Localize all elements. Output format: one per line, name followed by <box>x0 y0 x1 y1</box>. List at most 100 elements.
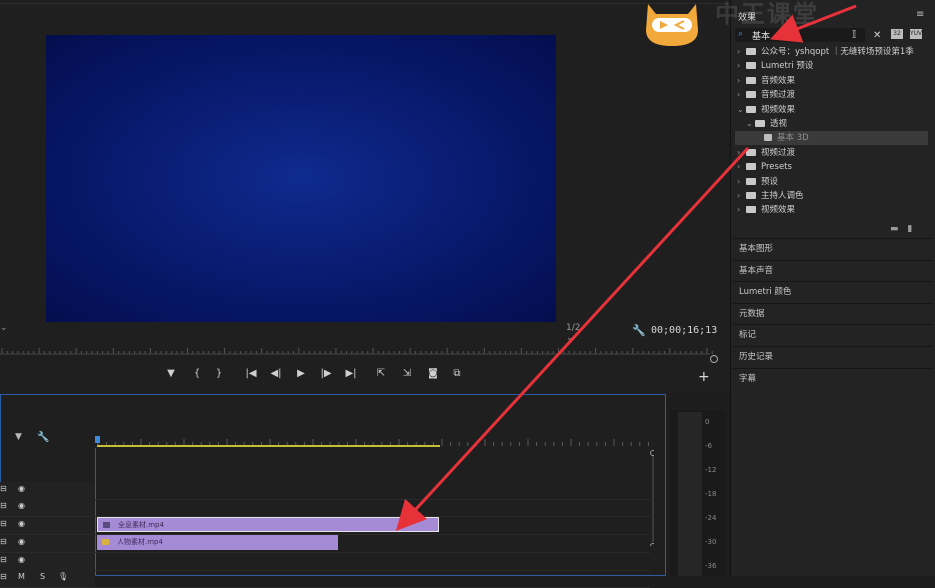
lift-button[interactable]: ⇱ <box>372 368 390 379</box>
effects-tree-item[interactable]: › 视频过渡 <box>737 146 795 160</box>
timeline-track[interactable]: ⊟ M S 🎙 <box>0 570 650 588</box>
chevron-right-icon[interactable]: › <box>737 146 746 160</box>
sync-lock-icon[interactable]: ⊟ <box>0 537 7 546</box>
monitor-time-ruler[interactable] <box>0 343 716 357</box>
step-forward-button[interactable]: |▶ <box>317 368 335 379</box>
transport-controls: ▼ { } |◀ ◀| ▶ |▶ ▶| ⇱ ⇲ ◙ ⧉ <box>160 368 470 386</box>
step-back-button[interactable]: ◀| <box>267 368 285 379</box>
mark-out-button[interactable]: } <box>210 368 228 379</box>
timeline-vertical-scrollbar[interactable] <box>650 450 654 546</box>
effects-tree-item[interactable]: ⌄ 视频效果 <box>737 103 795 117</box>
go-to-in-button[interactable]: |◀ <box>242 368 260 379</box>
solo-button[interactable]: S <box>40 572 45 581</box>
chevron-right-icon[interactable]: › <box>737 175 746 189</box>
tree-item-label: 视频效果 <box>761 205 796 216</box>
effects-tree-item[interactable]: › Presets <box>737 160 792 174</box>
effects-tree-item[interactable]: ⌄ 透视 <box>746 117 787 131</box>
sync-lock-icon[interactable]: ⊟ <box>0 501 7 510</box>
mute-button[interactable]: M <box>18 572 25 581</box>
panel-tab[interactable]: 标记 <box>733 324 933 345</box>
chevron-right-icon[interactable]: › <box>737 74 746 88</box>
chevron-right-icon[interactable]: › <box>737 203 746 217</box>
playhead-timecode[interactable]: 00;00;16;13 <box>651 325 717 336</box>
work-area-bar[interactable] <box>97 445 440 447</box>
add-marker-button[interactable]: ▼ <box>162 368 180 379</box>
folder-icon <box>746 206 756 214</box>
sync-lock-icon[interactable]: ⊟ <box>0 572 7 581</box>
meter-db-label: 0 <box>705 418 710 426</box>
microphone-icon[interactable]: 🎙 <box>58 572 68 581</box>
wrench-icon[interactable]: 🔧 <box>37 432 49 443</box>
meter-db-label: -30 <box>705 538 717 546</box>
folder-icon <box>746 192 756 199</box>
video-preview[interactable] <box>46 35 556 322</box>
play-button[interactable]: ▶ <box>292 368 310 379</box>
trash-icon[interactable]: ▮ <box>907 224 912 234</box>
yuv-filter-icon[interactable]: YUV <box>910 29 922 39</box>
clear-search-icon[interactable]: ✕ <box>873 30 881 41</box>
timeline-track[interactable]: ⊟ ◉ <box>0 482 650 500</box>
meter-db-label: -24 <box>705 514 717 522</box>
playback-resolution-select[interactable]: 1/2 ⌄ <box>566 323 624 343</box>
snap-icon[interactable]: | <box>0 432 1 442</box>
go-to-out-button[interactable]: ▶| <box>342 368 360 379</box>
marker-icon[interactable]: ▼ <box>15 432 22 442</box>
new-bin-icon[interactable]: ▬ <box>890 224 899 234</box>
effects-tree-item[interactable]: › 视频效果 <box>737 203 795 217</box>
sync-lock-icon[interactable]: ⊟ <box>0 519 7 528</box>
effects-search-input[interactable]: 基本 <box>752 29 770 42</box>
button-editor-add-button[interactable]: + <box>698 369 710 385</box>
effects-tree-item[interactable]: › 公众号：yshqopt ｜无缝转场预设第1季 <box>737 45 914 59</box>
clip-hologram[interactable]: 全息素材.mp4 <box>97 517 439 532</box>
eye-icon[interactable]: ◉ <box>18 501 25 510</box>
clip-person[interactable]: 人物素材.mp4 <box>97 535 338 550</box>
compare-view-button[interactable]: ⧉ <box>448 368 466 379</box>
chevron-right-icon[interactable]: › <box>737 45 746 59</box>
ruler-end-handle[interactable] <box>710 355 718 363</box>
folder-icon <box>746 91 756 99</box>
effects-tree-item[interactable]: › 音频效果 <box>737 74 795 88</box>
extract-button[interactable]: ⇲ <box>398 368 416 379</box>
effects-tree-item[interactable]: › 预设 <box>737 175 778 189</box>
zoom-select[interactable]: ⌄ <box>0 323 22 337</box>
eye-icon[interactable]: ◉ <box>18 519 25 528</box>
eye-icon[interactable]: ◉ <box>18 537 25 546</box>
panel-menu-icon[interactable]: ≡ <box>916 9 924 20</box>
export-frame-button[interactable]: ◙ <box>424 368 442 379</box>
tree-item-label: 视频效果 <box>761 104 796 115</box>
panel-tab[interactable]: 历史记录 <box>733 346 933 367</box>
panel-tab[interactable]: 元数据 <box>733 302 933 324</box>
mark-in-button[interactable]: { <box>188 368 206 379</box>
chevron-down-icon[interactable]: ⌄ <box>746 117 755 131</box>
32bit-filter-icon[interactable]: 32 <box>891 29 903 39</box>
eye-icon[interactable]: ◉ <box>18 484 25 493</box>
tree-item-label: 基本 3D <box>777 133 809 144</box>
track-header: ⊟ ◉ <box>0 499 95 516</box>
eye-icon[interactable]: ◉ <box>18 555 25 564</box>
timeline-track[interactable]: ⊟ ◉ <box>0 553 650 571</box>
chevron-right-icon[interactable]: › <box>737 88 746 102</box>
sync-lock-icon[interactable]: ⊟ <box>0 484 7 493</box>
chevron-right-icon[interactable]: › <box>737 160 746 174</box>
effects-tree-item[interactable]: 基本 3D <box>755 131 809 145</box>
timeline-track[interactable]: ⊟ ◉ <box>0 499 650 517</box>
effects-tree-item[interactable]: › 主持人调色 <box>737 189 804 203</box>
effects-tree-item[interactable]: › Lumetri 预设 <box>737 59 813 73</box>
tree-item-label: 透视 <box>770 119 788 129</box>
panel-tab[interactable]: Lumetri 颜色 <box>733 281 933 302</box>
sync-lock-icon[interactable]: ⊟ <box>0 555 7 564</box>
panel-tab[interactable]: 基本图形 <box>733 238 933 259</box>
panel-tab[interactable]: 基本声音 <box>733 259 933 281</box>
playhead[interactable] <box>95 436 100 443</box>
chevron-down-icon[interactable]: ⌄ <box>737 103 746 117</box>
chevron-right-icon[interactable]: › <box>737 59 746 73</box>
wrench-icon[interactable]: 🔧 <box>632 324 646 337</box>
tree-item-label: Presets <box>761 162 792 173</box>
effects-tree-item[interactable]: › 音频过渡 <box>737 88 795 102</box>
folder-icon <box>755 120 765 127</box>
accelerated-effects-icon[interactable]: 𝕀 <box>852 28 856 41</box>
folder-icon <box>746 105 756 113</box>
chevron-right-icon[interactable]: › <box>737 189 746 203</box>
panel-tab[interactable]: 字幕 <box>733 367 933 389</box>
meter-db-label: -6 <box>705 442 712 450</box>
